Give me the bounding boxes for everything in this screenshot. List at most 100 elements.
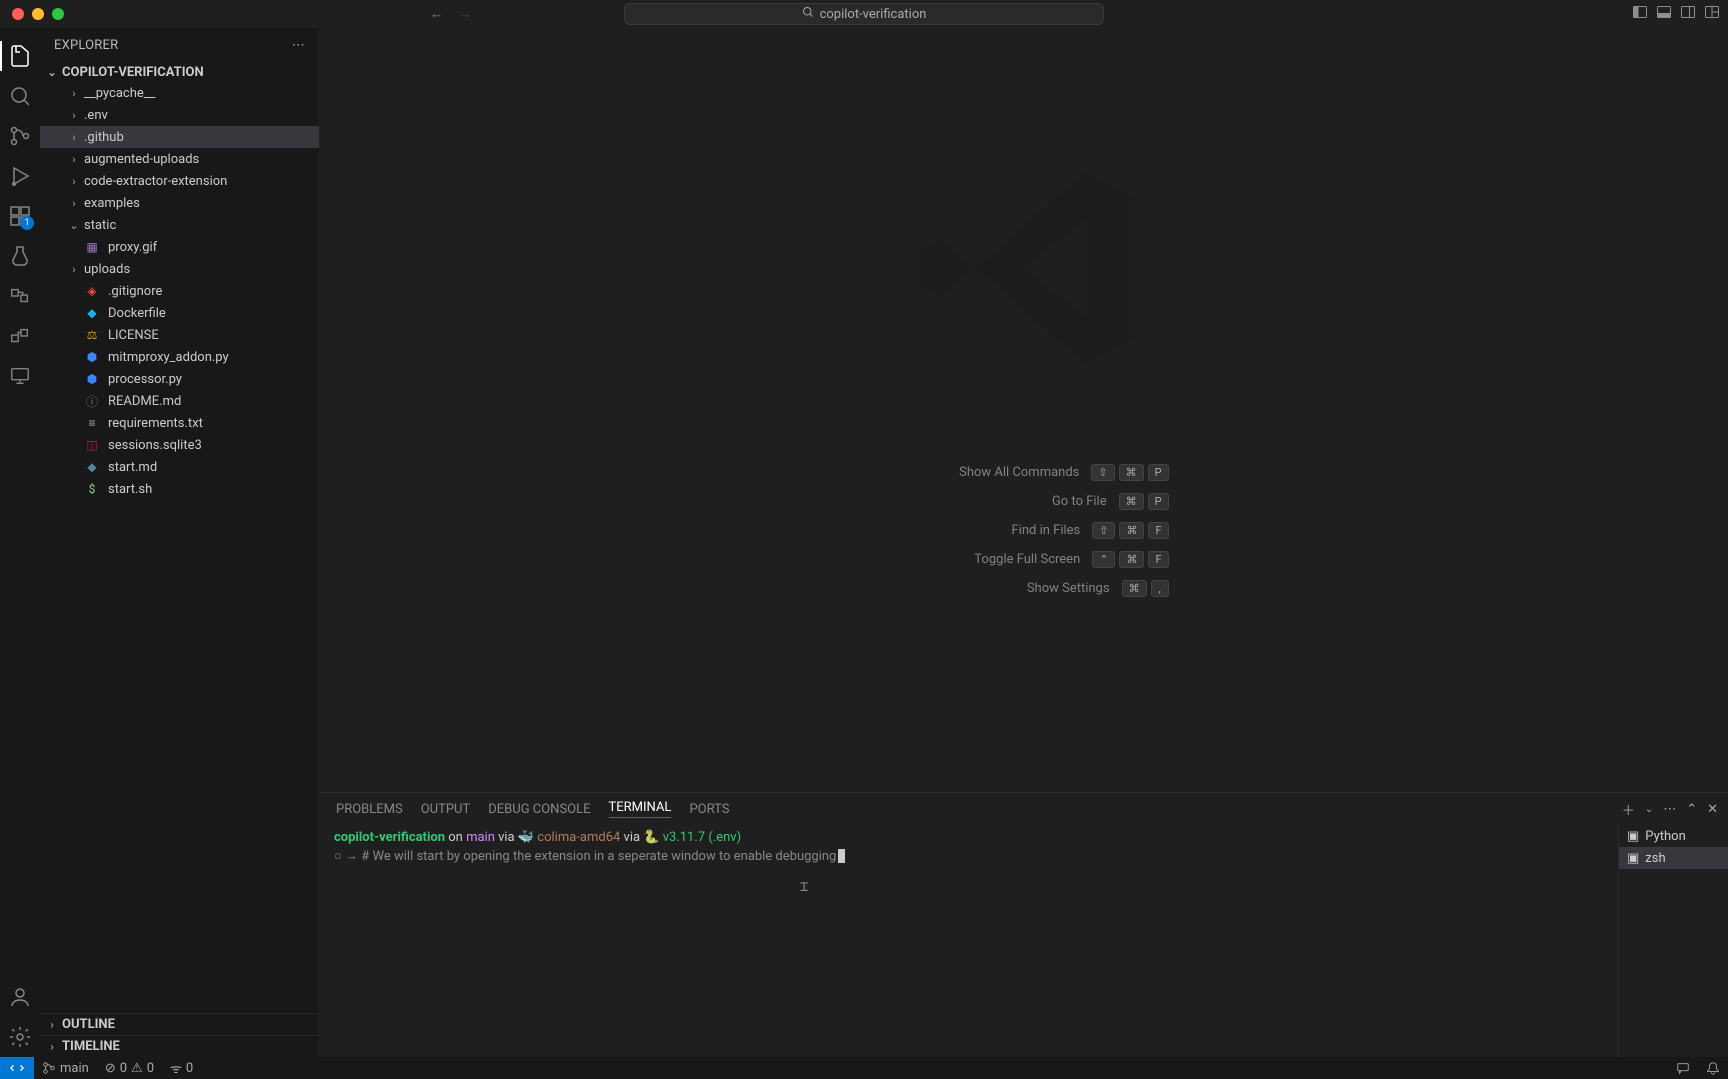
folder-label: augmented-uploads (84, 152, 199, 167)
maximize-window[interactable] (52, 8, 64, 20)
outline-section[interactable]: › OUTLINE (40, 1013, 319, 1035)
tree-folder-extractor[interactable]: ›code-extractor-extension (40, 170, 319, 192)
project-header[interactable]: ⌄ COPILOT-VERIFICATION (40, 63, 319, 82)
status-bar: main ⊘0 ⚠0 ᯤ0 (0, 1057, 1728, 1079)
close-window[interactable] (12, 8, 24, 20)
tab-problems[interactable]: PROBLEMS (336, 802, 403, 817)
antenna-icon: ᯤ (170, 1059, 182, 1077)
tree-folder-github[interactable]: ›.github (40, 126, 319, 148)
terminal-split-dropdown-icon[interactable]: ⌄ (1645, 804, 1653, 815)
keyboard-shortcuts: Show All Commands ⇧ ⌘ P Go to File ⌘ P F… (879, 464, 1168, 597)
tree-file-sessions[interactable]: ›◫sessions.sqlite3 (40, 434, 319, 456)
nav-back-icon[interactable]: ← (430, 6, 443, 22)
tree-file-gitignore[interactable]: ›◈.gitignore (40, 280, 319, 302)
status-branch[interactable]: main (34, 1057, 97, 1079)
account-icon[interactable] (0, 977, 40, 1017)
text-icon: ≡ (84, 416, 100, 430)
key-shift: ⇧ (1091, 464, 1114, 481)
tab-output[interactable]: OUTPUT (421, 802, 471, 817)
status-notifications-icon[interactable] (1698, 1057, 1728, 1079)
python-icon: ⬢ (84, 372, 100, 386)
tree-file-startsh[interactable]: ›$start.sh (40, 478, 319, 500)
toggle-bottombar-icon[interactable] (1656, 4, 1672, 24)
tab-terminal[interactable]: TERMINAL (609, 800, 672, 818)
warning-icon: ⚠ (131, 1061, 143, 1076)
tree-file-processor[interactable]: ›⬢processor.py (40, 368, 319, 390)
panel-more-icon[interactable]: ⋯ (1663, 802, 1676, 817)
key-cmd: ⌘ (1122, 580, 1147, 597)
search-tab[interactable] (0, 76, 40, 116)
key-ctrl: ⌃ (1092, 551, 1115, 568)
status-feedback-icon[interactable] (1668, 1057, 1698, 1079)
extensions-badge: 1 (20, 216, 34, 230)
sidebar-title: EXPLORER (54, 38, 118, 53)
terminal-view[interactable]: copilot-verification on main via 🐳 colim… (320, 825, 1618, 1057)
activity-bar: 1 (0, 28, 40, 1057)
tree-folder-examples[interactable]: ›examples (40, 192, 319, 214)
file-tree: ›__pycache__ ›.env ›.github ›augmented-u… (40, 82, 319, 1013)
terminal-prompt: copilot-verification on main via 🐳 colim… (334, 829, 1604, 848)
file-label: processor.py (108, 372, 182, 387)
tree-file-proxy[interactable]: ▦proxy.gif (40, 236, 319, 258)
tree-folder-env[interactable]: ›.env (40, 104, 319, 126)
settings-icon[interactable] (0, 1017, 40, 1057)
file-label: sessions.sqlite3 (108, 438, 202, 453)
maximize-panel-icon[interactable]: ⌃ (1686, 802, 1697, 817)
tree-file-reqs[interactable]: ›≡requirements.txt (40, 412, 319, 434)
layout-controls (1632, 4, 1720, 24)
file-label: Dockerfile (108, 306, 166, 321)
testing-tab[interactable] (0, 236, 40, 276)
status-ports[interactable]: ᯤ0 (162, 1057, 201, 1079)
chevron-right-icon: › (68, 197, 80, 210)
tab-debug-console[interactable]: DEBUG CONSOLE (488, 802, 590, 817)
containers2-tab[interactable] (0, 316, 40, 356)
bottom-panel: PROBLEMS OUTPUT DEBUG CONSOLE TERMINAL P… (320, 792, 1728, 1057)
folder-label: code-extractor-extension (84, 174, 227, 189)
sidebar: EXPLORER ⋯ ⌄ COPILOT-VERIFICATION ›__pyc… (40, 28, 320, 1057)
tree-file-startmd[interactable]: ›◆start.md (40, 456, 319, 478)
terminal-tab-python[interactable]: ▣ Python (1619, 825, 1728, 847)
minimize-window[interactable] (32, 8, 44, 20)
chevron-right-icon: › (46, 1018, 58, 1031)
remote-indicator[interactable] (0, 1057, 34, 1079)
welcome-screen: Show All Commands ⇧ ⌘ P Go to File ⌘ P F… (320, 28, 1728, 792)
chevron-right-icon: › (68, 153, 80, 166)
section-label: OUTLINE (62, 1017, 115, 1032)
containers-tab[interactable] (0, 276, 40, 316)
shortcut-goto-file: Go to File ⌘ P (879, 493, 1168, 510)
docker-icon: ◆ (84, 306, 100, 320)
tree-file-addon[interactable]: ›⬢mitmproxy_addon.py (40, 346, 319, 368)
panel-tabs: PROBLEMS OUTPUT DEBUG CONSOLE TERMINAL P… (320, 793, 1728, 825)
new-terminal-icon[interactable]: ＋ (1622, 800, 1635, 819)
explorer-tab[interactable] (0, 36, 40, 76)
toggle-sidebar-icon[interactable] (1632, 4, 1648, 24)
key-cmd: ⌘ (1119, 493, 1144, 510)
tree-folder-augmented[interactable]: › augmented-uploads (40, 148, 319, 170)
tab-ports[interactable]: PORTS (689, 802, 729, 817)
toggle-rightbar-icon[interactable] (1680, 4, 1696, 24)
sidebar-more-icon[interactable]: ⋯ (292, 38, 305, 53)
key-f: F (1148, 551, 1168, 568)
terminal-cursor (838, 849, 845, 863)
chevron-right-icon: › (46, 1040, 58, 1053)
tree-folder-uploads[interactable]: ›uploads (40, 258, 319, 280)
status-problems[interactable]: ⊘0 ⚠0 (97, 1057, 162, 1079)
tree-file-readme[interactable]: ›ⓘREADME.md (40, 390, 319, 412)
tree-file-dockerfile[interactable]: ›◆Dockerfile (40, 302, 319, 324)
run-debug-tab[interactable] (0, 156, 40, 196)
nav-forward-icon[interactable]: → (459, 6, 472, 22)
remote-explorer-tab[interactable] (0, 356, 40, 396)
nav-arrows: ← → (430, 6, 472, 22)
folder-label: __pycache__ (84, 86, 156, 101)
tree-folder-static[interactable]: ⌄static (40, 214, 319, 236)
terminal-tab-zsh[interactable]: ▣ zsh (1619, 847, 1728, 869)
tree-folder-pycache[interactable]: ›__pycache__ (40, 82, 319, 104)
command-center[interactable]: copilot-verification (624, 3, 1104, 25)
file-label: .gitignore (108, 284, 162, 299)
tree-file-license[interactable]: ›⚖LICENSE (40, 324, 319, 346)
extensions-tab[interactable]: 1 (0, 196, 40, 236)
close-panel-icon[interactable]: ✕ (1707, 802, 1718, 817)
source-control-tab[interactable] (0, 116, 40, 156)
timeline-section[interactable]: › TIMELINE (40, 1035, 319, 1057)
customize-layout-icon[interactable] (1704, 4, 1720, 24)
